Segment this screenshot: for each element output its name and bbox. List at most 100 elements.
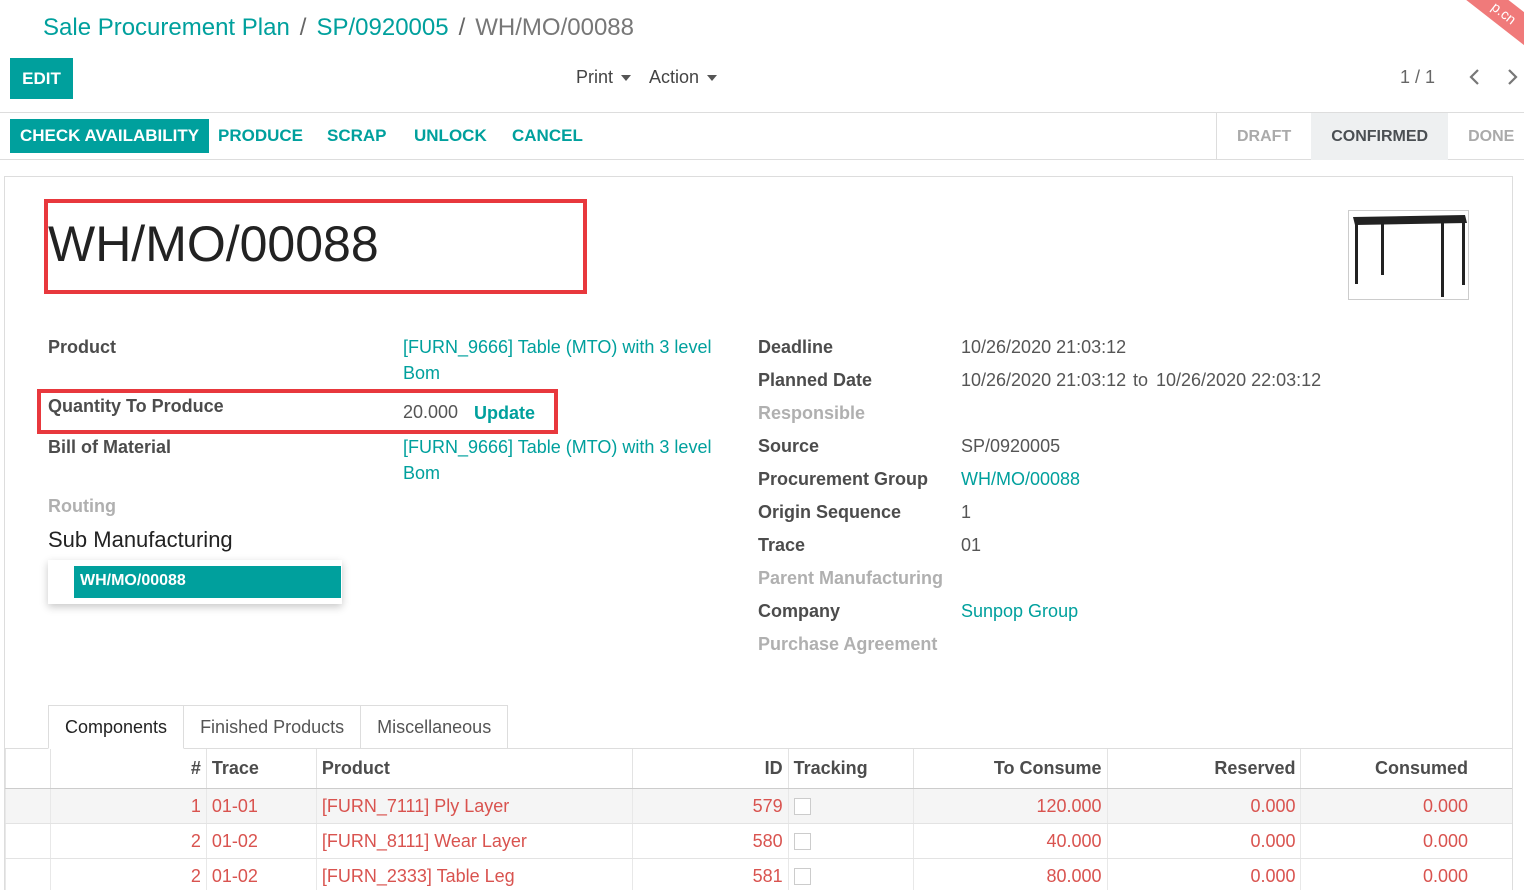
origin-sequence-label: Origin Sequence: [758, 502, 902, 522]
cell-product: [FURN_2333] Table Leg: [315, 858, 633, 890]
cell-to-consume: 120.000: [912, 788, 1108, 824]
toolbar-dropdowns: Print Action: [576, 67, 718, 88]
deadline-value: 10/26/2020 21:03:12: [961, 337, 1127, 357]
edit-button[interactable]: EDIT: [10, 58, 73, 99]
tracking-checkbox[interactable]: [793, 833, 811, 851]
product-label: Product: [48, 337, 117, 357]
breadcrumb-separator: /: [458, 14, 466, 41]
caret-down-icon: [707, 74, 718, 81]
pager-next-button[interactable]: [1500, 64, 1524, 90]
notebook-tabs: Components Finished Products Miscellaneo…: [48, 705, 509, 749]
print-label: Print: [576, 67, 614, 87]
caret-down-icon: [621, 74, 632, 81]
trace-value: 01: [961, 535, 982, 555]
cell-to-consume: 80.000: [912, 858, 1108, 890]
purchase-agreement-label: Purchase Agreement: [758, 634, 938, 654]
components-table: # Trace Product ID Tracking To Consume R…: [5, 748, 1512, 890]
produce-button[interactable]: PRODUCE: [218, 119, 303, 153]
product-value[interactable]: [FURN_9666] Table (MTO) with 3 level Bom: [403, 334, 713, 386]
check-availability-button[interactable]: CHECK AVAILABILITY: [10, 119, 209, 153]
status-bar: CHECK AVAILABILITY PRODUCE SCRAP UNLOCK …: [0, 112, 1524, 160]
table-header-row: # Trace Product ID Tracking To Consume R…: [5, 748, 1512, 789]
table-header-product[interactable]: Product: [315, 748, 633, 789]
action-label: Action: [649, 67, 700, 87]
scrap-button[interactable]: SCRAP: [327, 119, 387, 153]
table-row[interactable]: 2 01-02 [FURN_2333] Table Leg 581 80.000…: [5, 858, 1512, 890]
product-image[interactable]: [1348, 210, 1469, 300]
tab-components[interactable]: Components: [48, 705, 185, 749]
bom-value[interactable]: [FURN_9666] Table (MTO) with 3 level Bom: [403, 434, 713, 486]
cell-consumed: 0.000: [1300, 823, 1512, 859]
chevron-left-icon: [1469, 69, 1479, 85]
table-header-id[interactable]: ID: [631, 748, 789, 789]
tab-miscellaneous[interactable]: Miscellaneous: [360, 705, 509, 749]
bom-label: Bill of Material: [48, 437, 172, 457]
table-row[interactable]: 2 01-02 [FURN_8111] Wear Layer 580 40.00…: [5, 823, 1512, 859]
row-handle: [5, 788, 51, 824]
parent-manufacturing-label: Parent Manufacturing: [758, 568, 944, 588]
cell-seq: 2: [49, 858, 207, 890]
cell-id: 579: [631, 788, 789, 824]
source-value: SP/0920005: [961, 436, 1061, 456]
trace-label: Trace: [758, 535, 806, 555]
state-draft[interactable]: DRAFT: [1217, 113, 1311, 160]
table-row[interactable]: 1 01-01 [FURN_7111] Ply Layer 579 120.00…: [5, 788, 1512, 824]
tab-finished-products[interactable]: Finished Products: [183, 705, 362, 749]
table-header-reserved[interactable]: Reserved: [1106, 748, 1301, 789]
breadcrumb-sale-procurement-plan[interactable]: Sale Procurement Plan: [43, 14, 290, 41]
tracking-checkbox[interactable]: [793, 868, 811, 886]
cell-consumed: 0.000: [1300, 858, 1512, 890]
cell-reserved: 0.000: [1106, 788, 1301, 824]
cell-trace: 01-01: [205, 788, 317, 824]
ribbon-text: p.cn: [1440, 0, 1524, 48]
state-pipeline: DRAFT CONFIRMED DONE: [1216, 113, 1524, 160]
cell-to-consume: 40.000: [912, 823, 1108, 859]
table-header-trace[interactable]: Trace: [205, 748, 317, 789]
planned-date-label: Planned Date: [758, 370, 873, 390]
planned-date-from: 10/26/2020 21:03:12: [961, 370, 1127, 390]
cell-trace: 01-02: [205, 823, 317, 859]
planned-date-to: 10/26/2020 22:03:12: [1156, 370, 1322, 390]
cell-seq: 1: [49, 788, 207, 824]
state-confirmed[interactable]: CONFIRMED: [1311, 113, 1449, 160]
cell-id: 581: [631, 858, 789, 890]
routing-label: Routing: [48, 496, 116, 516]
table-header-seq[interactable]: #: [49, 748, 207, 789]
deadline-label: Deadline: [758, 337, 834, 357]
breadcrumb-sp-record[interactable]: SP/0920005: [316, 14, 448, 41]
corner-ribbon: p.cn: [1424, 0, 1524, 48]
cell-reserved: 0.000: [1106, 823, 1301, 859]
breadcrumb-current: WH/MO/00088: [475, 14, 634, 41]
company-label: Company: [758, 601, 841, 621]
cancel-button[interactable]: CANCEL: [512, 119, 583, 153]
table-header-to-consume[interactable]: To Consume: [912, 748, 1108, 789]
quantity-label: Quantity To Produce: [48, 396, 224, 416]
cell-reserved: 0.000: [1106, 858, 1301, 890]
breadcrumb: Sale Procurement Plan / SP/0920005 / WH/MO/0…: [43, 14, 634, 42]
table-header-tracking[interactable]: Tracking: [787, 748, 914, 789]
state-done[interactable]: DONE: [1448, 113, 1524, 160]
pager-value[interactable]: 1 / 1: [1400, 67, 1435, 88]
sub-manufacturing-item[interactable]: WH/MO/00088: [74, 566, 341, 598]
action-dropdown[interactable]: Action: [649, 67, 718, 88]
cell-trace: 01-02: [205, 858, 317, 890]
chevron-right-icon: [1508, 69, 1518, 85]
record-title: WH/MO/00088: [48, 216, 379, 272]
procurement-group-value[interactable]: WH/MO/00088: [961, 469, 1080, 490]
cell-product: [FURN_8111] Wear Layer: [315, 823, 633, 859]
unlock-button[interactable]: UNLOCK: [414, 119, 487, 153]
table-header-consumed[interactable]: Consumed: [1300, 748, 1512, 789]
row-handle: [5, 823, 51, 859]
cell-tracking: [787, 788, 914, 824]
cell-tracking: [787, 823, 914, 859]
cell-id: 580: [631, 823, 789, 859]
update-quantity-button[interactable]: Update: [474, 403, 535, 424]
origin-sequence-value: 1: [961, 502, 972, 522]
print-dropdown[interactable]: Print: [576, 67, 632, 88]
cell-tracking: [787, 858, 914, 890]
source-label: Source: [758, 436, 820, 456]
pager-previous-button[interactable]: [1463, 64, 1487, 90]
table-header-handle: [5, 748, 51, 789]
tracking-checkbox[interactable]: [793, 798, 811, 816]
company-value[interactable]: Sunpop Group: [961, 601, 1078, 622]
